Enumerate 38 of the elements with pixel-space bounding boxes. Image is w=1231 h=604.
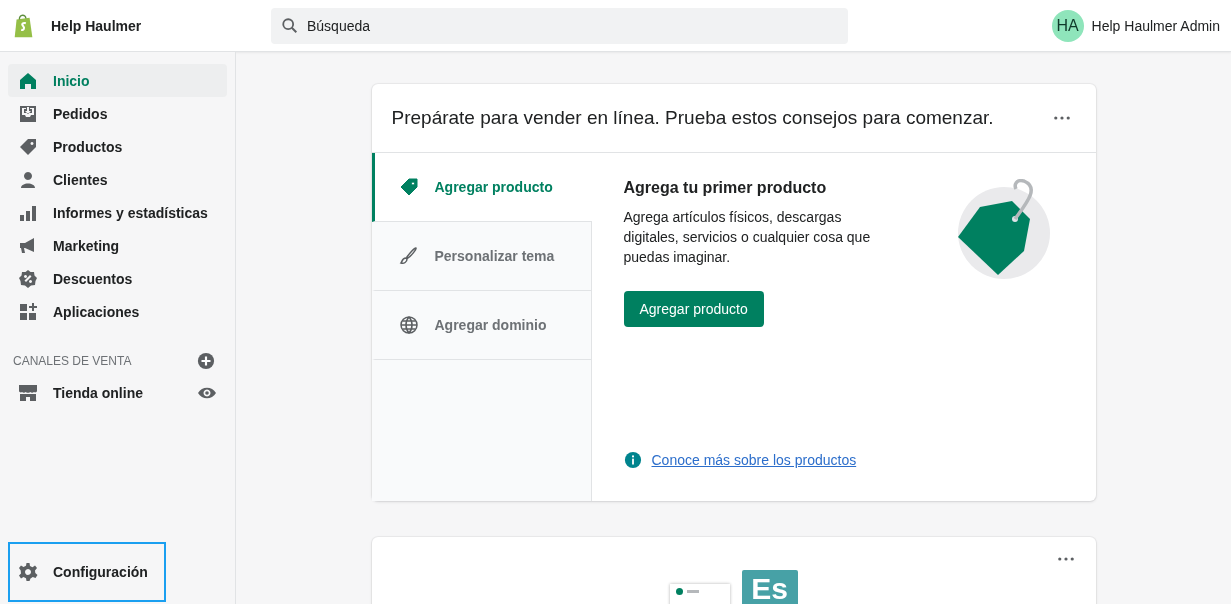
user-avatar[interactable]: HA bbox=[1051, 9, 1084, 42]
nav-icon bbox=[18, 103, 38, 124]
nav-item[interactable]: Productos bbox=[8, 130, 227, 163]
store-name: Help Haulmer bbox=[51, 17, 142, 34]
user-name[interactable]: Help Haulmer Admin bbox=[1091, 17, 1220, 34]
panel-heading: Agrega tu primer producto bbox=[623, 179, 828, 197]
nav-item[interactable]: Aplicaciones bbox=[8, 295, 227, 328]
nav-item[interactable]: Pedidos bbox=[8, 97, 227, 130]
add-icon[interactable] bbox=[197, 352, 215, 370]
nav-icon bbox=[18, 70, 38, 91]
more-icon[interactable] bbox=[1053, 116, 1070, 120]
search-icon bbox=[281, 16, 299, 35]
nav-item[interactable]: Informes y estadísticas bbox=[8, 196, 227, 229]
nav-item[interactable]: Inicio bbox=[8, 64, 227, 97]
learn-more-link[interactable]: Conoce más sobre los productos bbox=[651, 452, 857, 468]
language-illustration: Es bbox=[669, 570, 798, 604]
settings-icon bbox=[18, 562, 38, 582]
add-product-button[interactable]: Agregar producto bbox=[623, 291, 764, 327]
section-heading: CANALES DE VENTA bbox=[13, 354, 132, 368]
card-title: Prepárate para vender en línea. Prueba estos consejos para comenzar. bbox=[391, 107, 994, 129]
nav-icon bbox=[18, 301, 38, 322]
nav-icon bbox=[18, 136, 38, 157]
nav-item[interactable]: Marketing bbox=[8, 229, 227, 262]
more-icon[interactable] bbox=[1057, 557, 1074, 561]
setup-tab[interactable]: Agregar producto bbox=[371, 153, 592, 222]
info-icon bbox=[623, 451, 642, 469]
nav-icon bbox=[18, 268, 38, 289]
nav-icon bbox=[18, 169, 38, 190]
tab-icon bbox=[398, 177, 419, 197]
tab-icon bbox=[398, 315, 419, 335]
nav-item[interactable]: Tienda online bbox=[8, 376, 227, 409]
nav-item[interactable]: Clientes bbox=[8, 163, 227, 196]
tab-icon bbox=[398, 246, 419, 266]
store-icon bbox=[18, 382, 38, 403]
search-field[interactable]: Búsqueda bbox=[271, 7, 848, 44]
settings-item[interactable]: Configuración bbox=[10, 544, 164, 600]
nav-item[interactable]: Descuentos bbox=[8, 262, 227, 295]
panel-description: Agrega artículos físicos, descargas digitales, servicios o cualquier cosa que puedas imaginar. bbox=[623, 208, 872, 267]
